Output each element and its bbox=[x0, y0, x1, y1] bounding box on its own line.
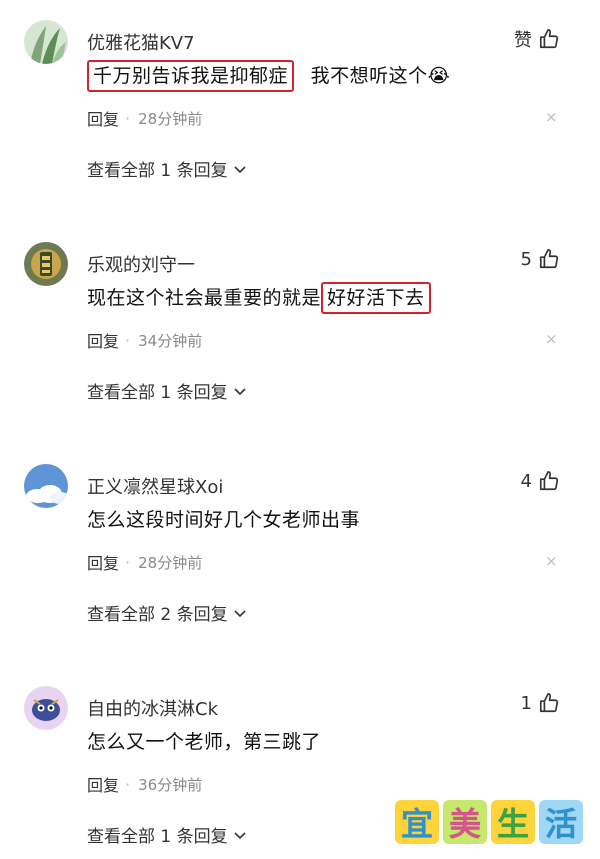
comment-text-plain: 我不想听这个 bbox=[310, 65, 428, 87]
like-control[interactable]: 1 bbox=[521, 692, 560, 714]
comment-text-plain: 怎么又一个老师，第三跳了 bbox=[87, 731, 322, 753]
like-control[interactable]: 赞 bbox=[514, 26, 560, 52]
like-count: 5 bbox=[520, 248, 532, 270]
watermark-char: 活 bbox=[539, 800, 583, 844]
like-count: 赞 bbox=[514, 30, 532, 51]
chevron-down-icon bbox=[234, 831, 246, 839]
username[interactable]: 乐观的刘守一 bbox=[87, 251, 195, 277]
username[interactable]: 正义凛然星球Xoi bbox=[87, 473, 223, 499]
crying-emoji-icon: 😭 bbox=[427, 65, 451, 87]
view-all-label: 查看全部 1 条回复 bbox=[87, 827, 228, 847]
username[interactable]: 自由的冰淇淋Ck bbox=[87, 695, 218, 721]
reply-button[interactable]: 回复 bbox=[87, 328, 119, 352]
timestamp: 28分钟前 bbox=[138, 109, 203, 128]
timestamp: 34分钟前 bbox=[138, 331, 203, 350]
comment-meta: 回复 · 36分钟前 bbox=[87, 772, 202, 796]
chevron-down-icon bbox=[234, 387, 246, 395]
view-all-label: 查看全部 1 条回复 bbox=[87, 161, 228, 181]
like-control[interactable]: 5 bbox=[521, 248, 560, 270]
thumbs-up-icon[interactable] bbox=[538, 470, 560, 492]
like-count: 1 bbox=[520, 692, 532, 714]
timestamp: 28分钟前 bbox=[138, 553, 203, 572]
avatar[interactable] bbox=[24, 242, 68, 286]
separator-dot: · bbox=[125, 330, 131, 350]
username[interactable]: 优雅花猫KV7 bbox=[87, 29, 195, 55]
watermark-logo: 宜 美 生 活 bbox=[395, 800, 583, 844]
view-all-replies-button[interactable]: 查看全部 1 条回复 bbox=[87, 378, 247, 403]
thumbs-up-icon[interactable] bbox=[538, 248, 560, 270]
view-all-replies-button[interactable]: 查看全部 2 条回复 bbox=[87, 600, 247, 625]
separator-dot: · bbox=[125, 774, 131, 794]
avatar[interactable] bbox=[24, 20, 68, 64]
reply-button[interactable]: 回复 bbox=[87, 106, 119, 130]
watermark-char: 生 bbox=[491, 800, 535, 844]
watermark-char: 宜 bbox=[395, 800, 439, 844]
separator-dot: · bbox=[125, 108, 131, 128]
view-all-replies-button[interactable]: 查看全部 1 条回复 bbox=[87, 822, 247, 847]
avatar[interactable] bbox=[24, 686, 68, 730]
reply-button[interactable]: 回复 bbox=[87, 550, 119, 574]
comment-text: 怎么这段时间好几个女老师出事 bbox=[87, 505, 360, 532]
view-all-label: 查看全部 1 条回复 bbox=[87, 383, 228, 403]
comment-text: 现在这个社会最重要的就是 好好活下去 bbox=[87, 282, 431, 314]
close-icon[interactable]: × bbox=[545, 330, 558, 348]
thumbs-up-icon[interactable] bbox=[538, 692, 560, 714]
close-icon[interactable]: × bbox=[545, 552, 558, 570]
thumbs-up-icon[interactable] bbox=[538, 28, 560, 50]
watermark-char: 美 bbox=[443, 800, 487, 844]
chevron-down-icon bbox=[234, 609, 246, 617]
view-all-replies-button[interactable]: 查看全部 1 条回复 bbox=[87, 156, 247, 181]
chevron-down-icon bbox=[234, 165, 246, 173]
comment-text-plain: 怎么这段时间好几个女老师出事 bbox=[87, 509, 361, 531]
comment-text: 怎么又一个老师，第三跳了 bbox=[87, 727, 321, 754]
highlighted-text: 千万别告诉我是抑郁症 bbox=[87, 60, 295, 92]
like-control[interactable]: 4 bbox=[521, 470, 560, 492]
reply-button[interactable]: 回复 bbox=[87, 772, 119, 796]
comment-text: 千万别告诉我是抑郁症 我不想听这个😭 bbox=[87, 60, 451, 92]
comment-meta: 回复 · 28分钟前 bbox=[87, 106, 202, 130]
highlighted-text: 好好活下去 bbox=[321, 282, 431, 314]
comment-meta: 回复 · 34分钟前 bbox=[87, 328, 202, 352]
like-count: 4 bbox=[520, 470, 532, 492]
avatar[interactable] bbox=[24, 464, 68, 508]
comment-meta: 回复 · 28分钟前 bbox=[87, 550, 202, 574]
view-all-label: 查看全部 2 条回复 bbox=[87, 605, 228, 625]
timestamp: 36分钟前 bbox=[138, 775, 203, 794]
close-icon[interactable]: × bbox=[545, 108, 558, 126]
separator-dot: · bbox=[125, 552, 131, 572]
comment-text-plain: 现在这个社会最重要的就是 bbox=[87, 287, 322, 309]
